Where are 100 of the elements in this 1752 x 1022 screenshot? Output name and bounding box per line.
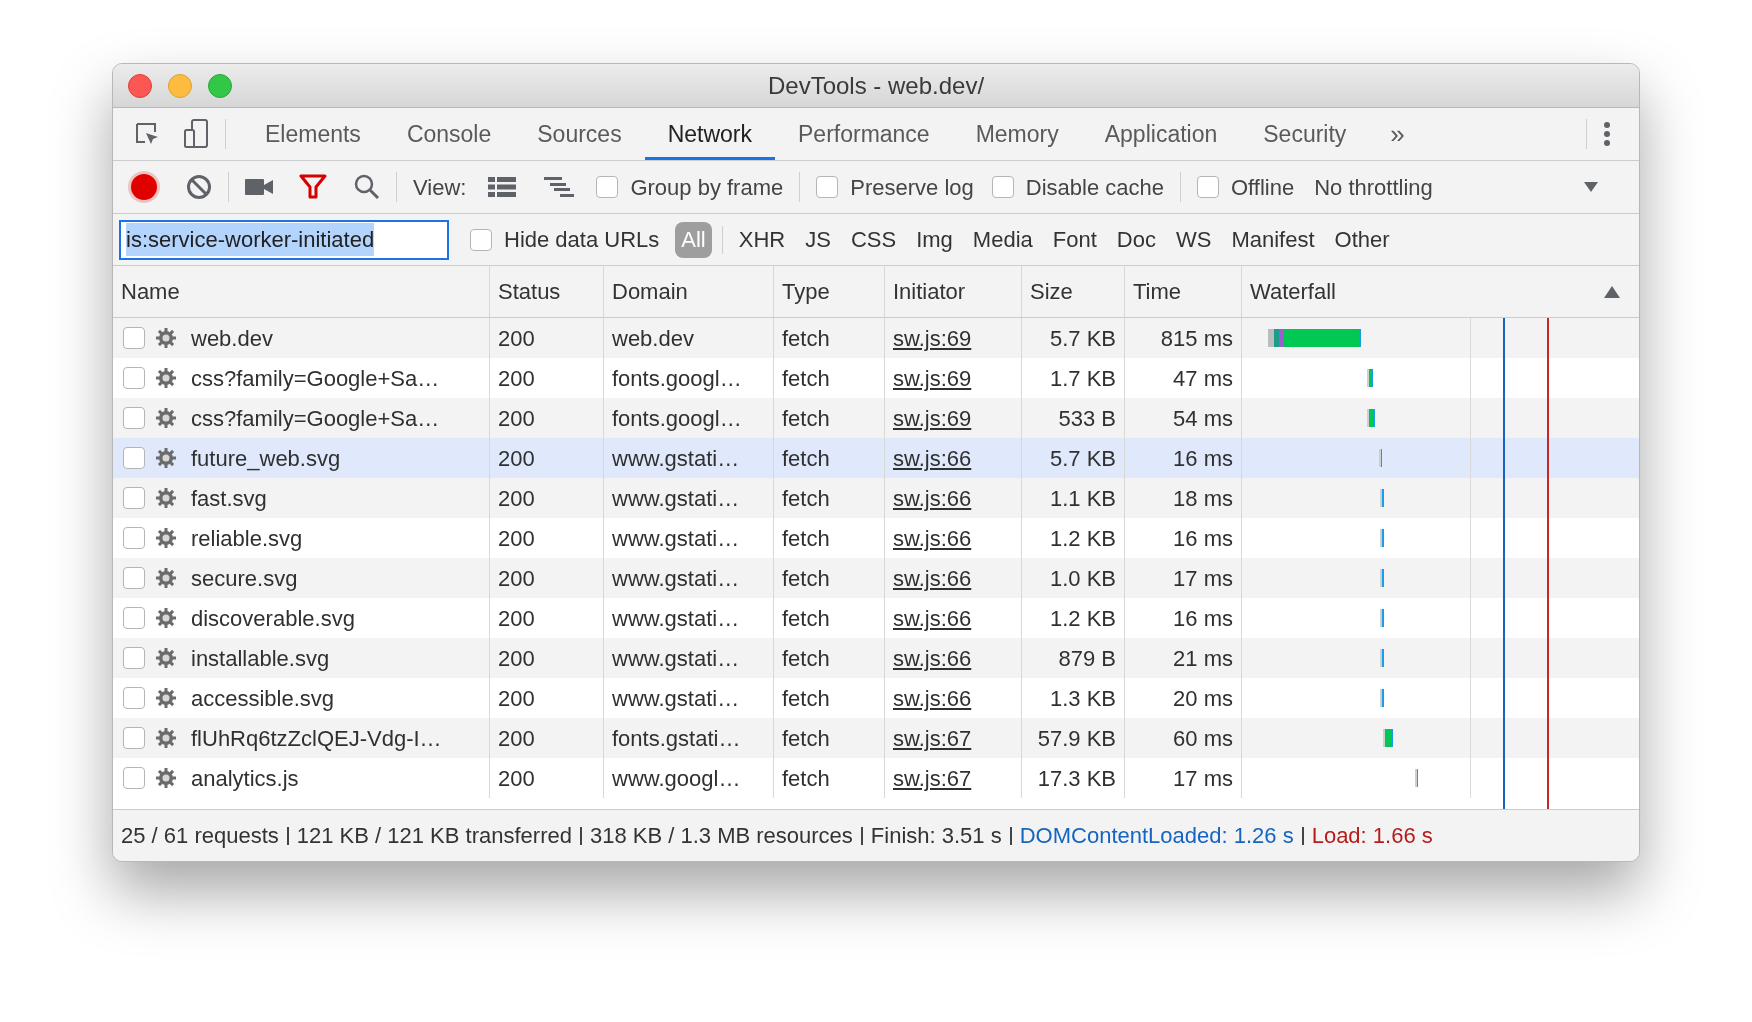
request-row[interactable]: future_web.svg 200 www.gstati… fetch sw.js:66 5.7 KB 16 ms	[113, 438, 1639, 478]
status-cell-text: 200	[498, 644, 535, 673]
throttling-select[interactable]: No throttling	[1314, 170, 1583, 204]
request-row[interactable]: installable.svg 200 www.gstati… fetch sw.js:66 879 B 21 ms	[113, 638, 1639, 678]
checkbox-label: Group by frame	[630, 173, 784, 202]
row-checkbox[interactable]	[123, 687, 145, 709]
panel-tab[interactable]: Elements	[242, 108, 384, 160]
row-checkbox[interactable]	[123, 647, 145, 669]
type-filter-button[interactable]: XHR	[732, 221, 792, 258]
type-filter-button[interactable]: Other	[1328, 221, 1396, 258]
size-cell-text: 5.7 KB	[1049, 444, 1116, 473]
column-header[interactable]: Status	[490, 266, 604, 317]
row-checkbox[interactable]	[123, 727, 145, 749]
request-row[interactable]: fast.svg 200 www.gstati… fetch sw.js:66 1.1 KB 18 ms	[113, 478, 1639, 518]
type-cell-text: fetch	[782, 564, 830, 593]
checkbox-label: Preserve log	[850, 173, 974, 202]
initiator-link[interactable]: sw.js:66	[893, 681, 972, 715]
more-menu-icon[interactable]	[1603, 121, 1611, 147]
type-cell-text: fetch	[782, 404, 830, 433]
waterfall-view-icon[interactable]	[544, 177, 575, 197]
panel-tab[interactable]: Security	[1240, 108, 1370, 160]
type-filter-button[interactable]: Img	[910, 221, 959, 258]
panel-tab[interactable]: Application	[1081, 108, 1241, 160]
gear-icon	[155, 727, 177, 749]
column-header[interactable]: Name	[113, 266, 490, 317]
name-cell-text: flUhRq6tzZclQEJ-Vdg-I…	[191, 724, 442, 753]
initiator-link[interactable]: sw.js:69	[893, 321, 972, 355]
checkbox[interactable]	[816, 176, 839, 198]
type-filter-button[interactable]: Manifest	[1225, 221, 1321, 258]
time-cell-text: 17 ms	[1173, 564, 1233, 593]
panel-tab[interactable]: Memory	[952, 108, 1082, 160]
column-header[interactable]: Initiator	[885, 266, 1022, 317]
row-checkbox[interactable]	[123, 327, 145, 349]
search-icon[interactable]	[354, 174, 380, 200]
size-cell-text: 5.7 KB	[1049, 324, 1116, 353]
column-header[interactable]: Domain	[604, 266, 774, 317]
column-header[interactable]: Waterfall	[1242, 266, 1639, 317]
more-tabs-button[interactable]: »	[1369, 108, 1426, 160]
panel-tab[interactable]: Network	[644, 108, 775, 160]
row-checkbox[interactable]	[123, 767, 145, 789]
size-cell-text: 1.1 KB	[1049, 484, 1116, 513]
initiator-link[interactable]: sw.js:69	[893, 361, 972, 395]
initiator-link[interactable]: sw.js:66	[893, 641, 972, 675]
initiator-link[interactable]: sw.js:66	[893, 481, 972, 515]
time-cell-text: 16 ms	[1173, 444, 1233, 473]
initiator-link[interactable]: sw.js:66	[893, 441, 972, 475]
type-filter-button[interactable]: Media	[966, 221, 1039, 258]
dropdown-arrow-icon[interactable]	[1583, 181, 1599, 193]
close-button[interactable]	[128, 73, 152, 98]
panel-tab[interactable]: Performance	[775, 108, 953, 160]
type-cell-text: fetch	[782, 724, 830, 753]
minimize-button[interactable]	[168, 73, 192, 98]
column-header[interactable]: Time	[1125, 266, 1242, 317]
row-checkbox[interactable]	[123, 527, 145, 549]
size-cell-text: 1.0 KB	[1049, 564, 1116, 593]
checkbox[interactable]	[991, 176, 1014, 198]
video-camera-icon[interactable]	[245, 178, 273, 196]
type-filter-button[interactable]: Doc	[1110, 221, 1162, 258]
column-header[interactable]: Size	[1022, 266, 1125, 317]
row-checkbox[interactable]	[123, 607, 145, 629]
initiator-link[interactable]: sw.js:69	[893, 401, 972, 435]
checkbox[interactable]	[596, 176, 619, 198]
waterfall-bar	[1380, 609, 1384, 627]
type-filter-button[interactable]: CSS	[844, 221, 903, 258]
row-checkbox[interactable]	[123, 487, 145, 509]
time-cell-text: 54 ms	[1173, 404, 1233, 433]
status-cell-text: 200	[498, 324, 535, 353]
request-row[interactable]: secure.svg 200 www.gstati… fetch sw.js:66 1.0 KB 17 ms	[113, 558, 1639, 598]
initiator-link[interactable]: sw.js:67	[893, 721, 972, 755]
filter-field[interactable]: is:service-worker-initiated	[119, 219, 449, 260]
checkbox[interactable]	[470, 228, 492, 251]
row-checkbox[interactable]	[123, 567, 145, 589]
row-checkbox[interactable]	[123, 367, 145, 389]
row-checkbox[interactable]	[123, 407, 145, 429]
filter-icon[interactable]	[299, 174, 327, 200]
checkbox[interactable]	[1196, 176, 1219, 198]
type-filter-button[interactable]: JS	[799, 221, 837, 258]
type-filter-button[interactable]: Font	[1046, 221, 1103, 258]
request-row[interactable]: web.dev 200 web.dev fetch sw.js:69 5.7 KB 815 ms	[113, 318, 1639, 358]
row-checkbox[interactable]	[123, 447, 145, 469]
initiator-link[interactable]: sw.js:66	[893, 601, 972, 635]
status-text: Load: 1.66 s	[1311, 822, 1433, 850]
request-row[interactable]: flUhRq6tzZclQEJ-Vdg-I… 200 fonts.gstati… fetch sw.js:67 57.9 KB 60 ms	[113, 718, 1639, 758]
request-row[interactable]: css?family=Google+Sa… 200 fonts.googl… fetch sw.js:69 533 B 54 ms	[113, 398, 1639, 438]
panel-tab[interactable]: Sources	[514, 108, 645, 160]
column-header[interactable]: Type	[774, 266, 885, 317]
maximize-button[interactable]	[208, 73, 232, 98]
list-view-icon[interactable]	[488, 177, 517, 197]
type-filter-button[interactable]: WS	[1169, 221, 1218, 258]
device-icon[interactable]	[183, 119, 209, 149]
initiator-link[interactable]: sw.js:66	[893, 521, 972, 555]
size-cell-text: 57.9 KB	[1037, 724, 1116, 753]
name-cell-text: reliable.svg	[191, 524, 303, 553]
time-cell-text: 20 ms	[1173, 684, 1233, 713]
record-button[interactable]	[131, 174, 157, 200]
panel-tab[interactable]: Console	[383, 108, 515, 160]
initiator-link[interactable]: sw.js:67	[893, 761, 972, 795]
initiator-link[interactable]: sw.js:66	[893, 561, 972, 595]
clear-icon[interactable]	[186, 174, 212, 200]
gear-icon	[155, 527, 177, 549]
